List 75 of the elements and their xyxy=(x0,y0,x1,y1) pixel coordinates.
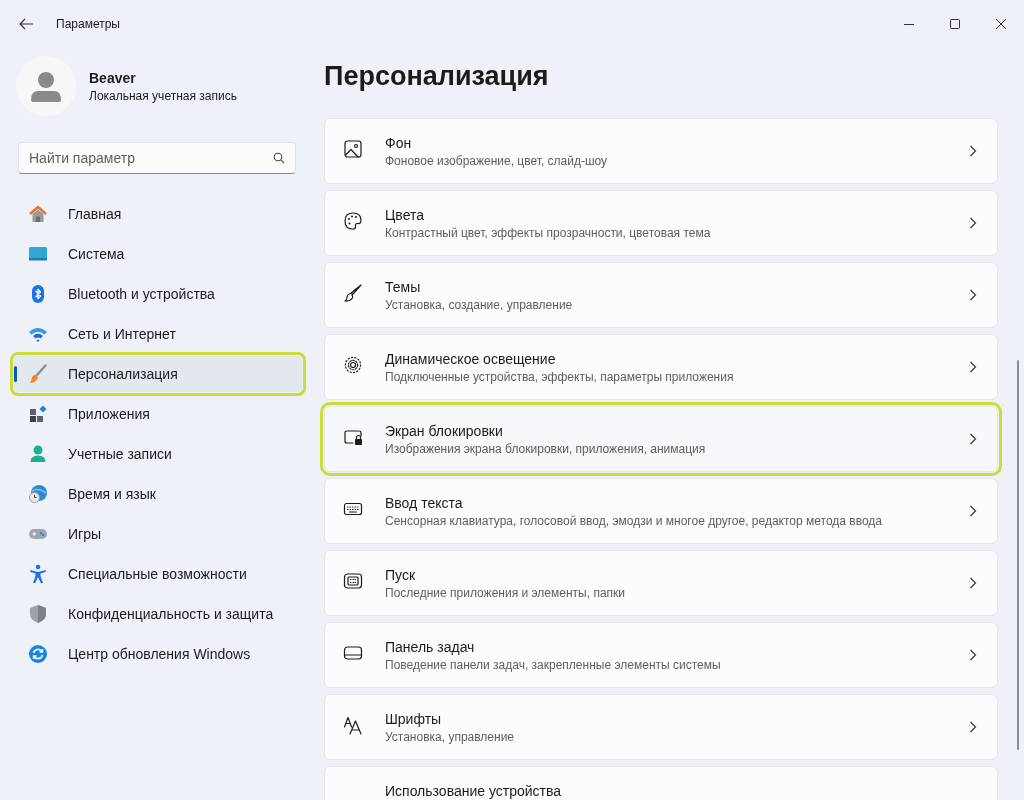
sidebar-item[interactable]: Центр обновления Windows xyxy=(14,636,302,672)
sidebar-item[interactable]: Учетные записи xyxy=(14,436,302,472)
sidebar-item[interactable]: Bluetooth и устройства xyxy=(14,276,302,312)
brush-icon xyxy=(343,283,363,303)
chevron-right-icon xyxy=(969,505,977,517)
card-title: Динамическое освещение xyxy=(385,350,557,367)
card-subtitle: Последние приложения и элементы, папки xyxy=(385,585,626,600)
card-title: Использование устройства xyxy=(385,782,563,799)
start-icon xyxy=(343,571,363,591)
chevron-right-icon xyxy=(969,433,977,445)
chevron-right-icon xyxy=(969,145,977,157)
home-icon xyxy=(28,204,48,224)
settings-card[interactable]: Темы Установка, создание, управление xyxy=(324,262,998,328)
brush-icon xyxy=(28,364,48,384)
apps-icon xyxy=(28,404,48,424)
chevron-right-icon xyxy=(969,361,977,373)
chevron-right-icon xyxy=(969,217,977,229)
page-title: Персонализация xyxy=(324,60,550,93)
accessibility-icon xyxy=(28,564,48,584)
card-title: Панель задач xyxy=(385,638,476,655)
settings-card[interactable]: Панель задач Поведение панели задач, закрепленные элементы системы xyxy=(324,622,998,688)
card-title: Цвета xyxy=(385,206,425,223)
monitor-icon xyxy=(28,244,48,264)
card-subtitle: Установка, управление xyxy=(385,729,515,744)
taskbar-icon xyxy=(343,643,363,663)
chevron-right-icon xyxy=(969,721,977,733)
card-subtitle: Сенсорная клавиатура, голосовой ввод, эмодзи и многое другое, редактор метода ввода xyxy=(385,513,883,528)
sidebar-item[interactable]: Главная xyxy=(14,196,302,232)
card-subtitle: Подключенные устройства, эффекты, параметры приложения xyxy=(385,369,735,384)
globe-clock-icon xyxy=(28,484,48,504)
sidebar-item[interactable]: Конфиденциальность и защита xyxy=(14,596,302,632)
settings-card[interactable]: Пуск Последние приложения и элементы, папки xyxy=(324,550,998,616)
settings-card[interactable]: Шрифты Установка, управление xyxy=(324,694,998,760)
search-field[interactable]: Найти параметр xyxy=(18,142,296,174)
card-subtitle: Установка, создание, управление xyxy=(385,297,574,312)
sidebar-item[interactable]: Приложения xyxy=(14,396,302,432)
sidebar-item[interactable]: Игры xyxy=(14,516,302,552)
sidebar-item[interactable]: Специальные возможности xyxy=(14,556,302,592)
sidebar-item[interactable]: Система xyxy=(14,236,302,272)
card-subtitle: Поведение панели задач, закрепленные элементы системы xyxy=(385,657,722,672)
settings-card[interactable]: Фон Фоновое изображение, цвет, слайд-шоу xyxy=(324,118,998,184)
sidebar-item[interactable]: Время и язык xyxy=(14,476,302,512)
shield-icon xyxy=(28,604,48,624)
window-title: Параметры xyxy=(56,17,120,31)
lighting-icon xyxy=(343,355,363,375)
settings-card[interactable]: Цвета Контрастный цвет, эффекты прозрачности, цветовая тема xyxy=(324,190,998,256)
card-title: Ввод текста xyxy=(385,494,464,511)
card-subtitle: Фоновое изображение, цвет, слайд-шоу xyxy=(385,153,609,168)
update-icon xyxy=(28,644,48,664)
chevron-right-icon xyxy=(969,289,977,301)
back-arrow-icon[interactable] xyxy=(18,16,34,32)
sidebar-item[interactable]: Сеть и Интернет xyxy=(14,316,302,352)
card-title: Экран блокировки xyxy=(385,422,504,439)
card-subtitle: Изображения экрана блокировки, приложения, анимация xyxy=(385,441,707,456)
user-name: Beaver xyxy=(89,69,137,86)
card-title: Пуск xyxy=(385,566,417,583)
card-subtitle: Контрастный цвет, эффекты прозрачности, цветовая тема xyxy=(385,225,712,240)
search-icon xyxy=(273,152,285,164)
settings-card[interactable]: Динамическое освещение Подключенные устройства, эффекты, параметры приложения xyxy=(324,334,998,400)
person-icon xyxy=(28,444,48,464)
lock-screen-icon xyxy=(343,427,363,447)
card-title: Фон xyxy=(385,134,413,151)
card-title: Шрифты xyxy=(385,710,443,727)
picture-icon xyxy=(343,139,363,159)
settings-card[interactable]: Ввод текста Сенсорная клавиатура, голосовой ввод, эмодзи и многое другое, редактор метода ввода xyxy=(324,478,998,544)
fonts-icon xyxy=(343,715,363,735)
account-type: Локальная учетная запись xyxy=(89,88,237,103)
palette-icon xyxy=(343,211,363,231)
settings-card[interactable]: Использование устройства xyxy=(324,766,998,800)
selection-indicator xyxy=(14,366,17,382)
scrollbar-thumb[interactable] xyxy=(1017,360,1019,750)
chevron-right-icon xyxy=(969,649,977,661)
avatar-icon xyxy=(16,56,76,116)
chevron-right-icon xyxy=(969,577,977,589)
card-title: Темы xyxy=(385,278,422,295)
